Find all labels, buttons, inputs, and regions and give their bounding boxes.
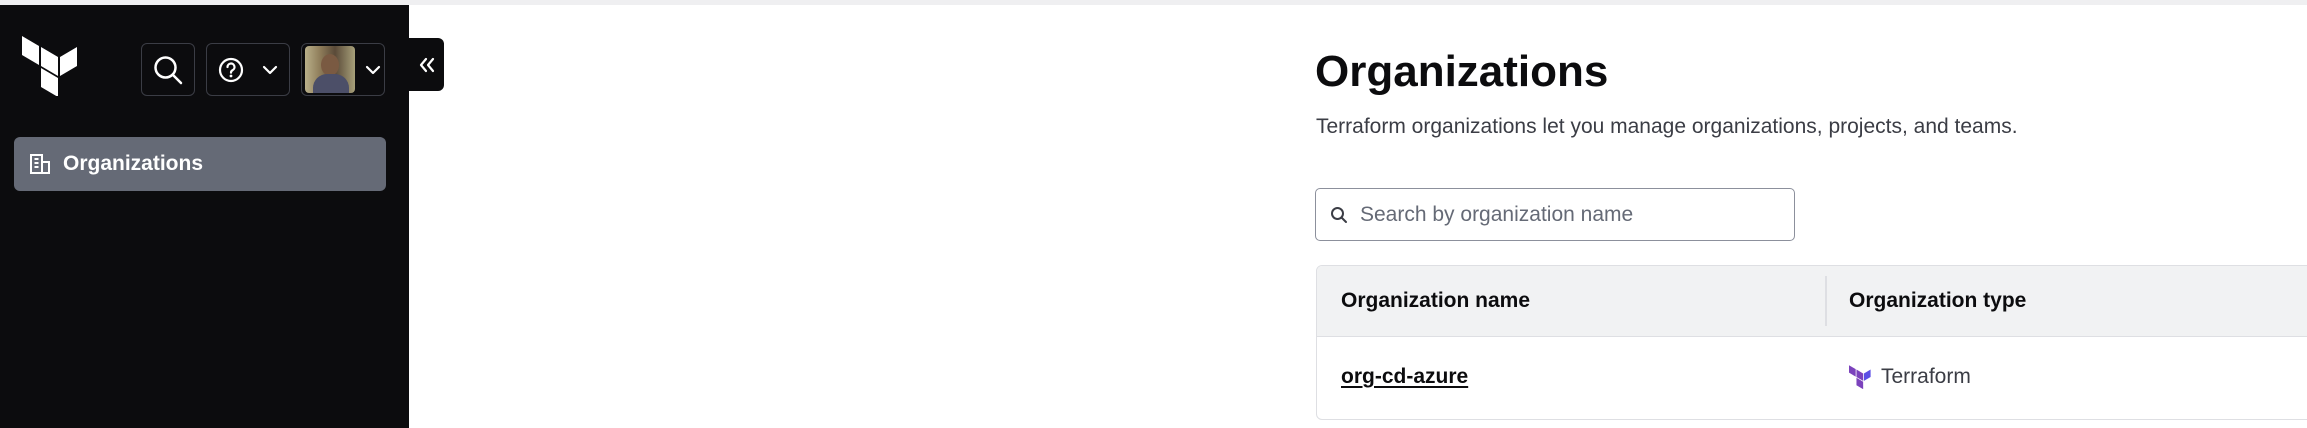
search-icon <box>154 55 183 84</box>
search-field[interactable] <box>1315 188 1795 241</box>
building-icon <box>30 154 50 174</box>
help-menu-button[interactable] <box>206 43 290 96</box>
search-input[interactable] <box>1360 202 1760 227</box>
cell-organization-name: org-cd-azure <box>1341 337 1468 417</box>
organizations-table: Organization name Organization type org-… <box>1316 265 2307 420</box>
page-description: Terraform organizations let you manage o… <box>1316 115 2018 138</box>
user-menu-button[interactable] <box>301 43 385 96</box>
collapse-sidebar-button[interactable] <box>409 38 444 91</box>
sidebar-item-organizations[interactable]: Organizations <box>14 137 386 191</box>
sidebar: Organizations <box>0 5 409 428</box>
sidebar-item-label: Organizations <box>63 152 204 175</box>
chevrons-left-icon <box>419 57 434 72</box>
terraform-logo[interactable] <box>22 36 78 96</box>
organization-type-label: Terraform <box>1881 365 1971 388</box>
column-header-organization-name[interactable]: Organization name <box>1341 266 1530 336</box>
organization-link[interactable]: org-cd-azure <box>1341 365 1468 389</box>
help-icon <box>218 57 244 82</box>
table-header: Organization name Organization type <box>1317 266 2307 337</box>
table-row: org-cd-azure Terraform <box>1317 337 2307 417</box>
page-title: Organizations <box>1315 47 1609 96</box>
chevron-down-icon <box>365 65 381 74</box>
column-divider <box>1825 276 1827 326</box>
avatar <box>305 46 355 93</box>
chevron-down-icon <box>262 65 278 74</box>
column-header-organization-type[interactable]: Organization type <box>1849 266 2026 336</box>
search-button[interactable] <box>141 43 195 96</box>
cell-organization-type: Terraform <box>1849 337 1971 417</box>
search-icon <box>1331 206 1347 223</box>
terraform-logo-icon <box>1849 365 1871 389</box>
